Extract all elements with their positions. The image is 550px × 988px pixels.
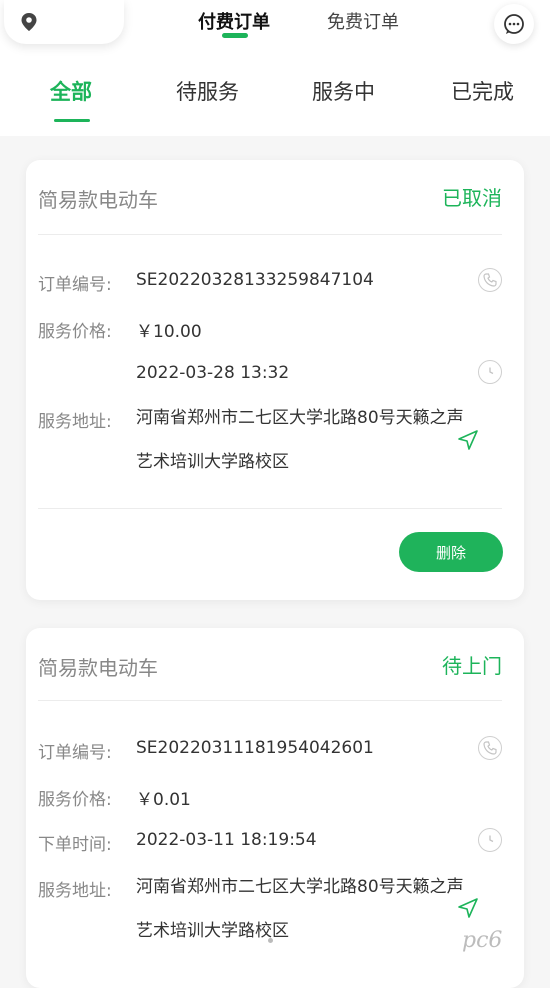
service-address-value: 河南省郑州市二七区大学北路80号天籁之声艺术培训大学路校区: [136, 877, 464, 941]
chat-bubble-icon: [504, 14, 524, 34]
order-card[interactable]: 简易款电动车 待上门 订单编号: SE20220311181954042601 …: [26, 628, 524, 988]
top-bar: 付费订单 免费订单: [0, 0, 550, 56]
order-time-value: 2022-03-11 18:19:54: [136, 830, 317, 850]
divider: [38, 700, 502, 701]
service-address-label: 服务地址:: [38, 881, 112, 901]
divider: [38, 508, 502, 509]
navigation-arrow-icon[interactable]: [456, 896, 480, 920]
order-status: 已取消: [442, 186, 502, 210]
clock-icon: [478, 360, 502, 384]
order-number-value: SE20220328133259847104: [136, 270, 374, 290]
phone-icon[interactable]: [478, 268, 502, 292]
message-button[interactable]: [494, 4, 534, 44]
tab-completed[interactable]: 已完成: [451, 76, 514, 106]
order-number-value: SE20220311181954042601: [136, 738, 374, 758]
scroll-indicator-dot: [268, 938, 273, 943]
paid-tab-indicator: [222, 33, 248, 38]
order-number-label: 订单编号:: [38, 743, 112, 763]
service-price-value: ￥0.01: [136, 790, 191, 810]
tab-pending-service[interactable]: 待服务: [176, 76, 239, 106]
delete-button[interactable]: 删除: [399, 532, 503, 572]
order-card[interactable]: 简易款电动车 已取消 订单编号: SE20220328133259847104 …: [26, 160, 524, 600]
service-price-value: ￥10.00: [136, 322, 202, 342]
watermark-logo: pc6: [462, 928, 503, 953]
order-title: 简易款电动车: [38, 188, 158, 212]
divider: [38, 234, 502, 235]
status-tab-bar: 全部 待服务 服务中 已完成: [0, 56, 550, 136]
service-price-label: 服务价格:: [38, 790, 112, 810]
order-time-label: 下单时间:: [38, 835, 112, 855]
service-address-value: 河南省郑州市二七区大学北路80号天籁之声艺术培训大学路校区: [136, 408, 464, 472]
location-pin-icon: [21, 13, 37, 31]
order-status: 待上门: [442, 654, 502, 678]
order-title: 简易款电动车: [38, 656, 158, 680]
tab-all[interactable]: 全部: [50, 76, 92, 106]
active-tab-indicator: [54, 119, 90, 122]
tab-in-service[interactable]: 服务中: [312, 76, 375, 106]
tab-paid-orders[interactable]: 付费订单: [198, 8, 270, 34]
order-number-label: 订单编号:: [38, 275, 112, 295]
tab-free-orders[interactable]: 免费订单: [327, 8, 399, 34]
service-address-label: 服务地址:: [38, 412, 112, 432]
order-time-value: 2022-03-28 13:32: [136, 363, 290, 383]
clock-icon: [478, 828, 502, 852]
service-price-label: 服务价格:: [38, 322, 112, 342]
phone-icon[interactable]: [478, 736, 502, 760]
location-selector[interactable]: [4, 0, 124, 44]
navigation-arrow-icon[interactable]: [456, 428, 480, 452]
